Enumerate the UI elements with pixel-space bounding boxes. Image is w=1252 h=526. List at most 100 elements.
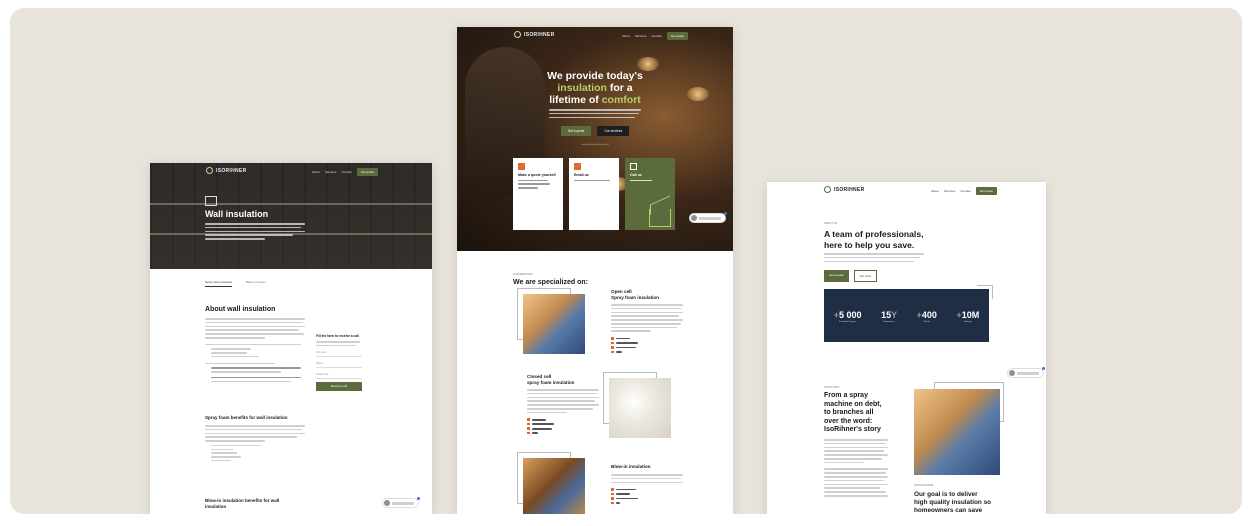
grid-icon <box>205 196 217 206</box>
stat-clients: +400 Clients <box>916 310 937 323</box>
story-kicker: OUR STORY <box>824 386 840 389</box>
nav-contact[interactable]: Contact <box>960 189 970 193</box>
agent-avatar <box>691 215 697 221</box>
brand-logo[interactable]: ISORIHNER <box>206 167 246 174</box>
service-description <box>527 389 599 436</box>
purpose-kicker: OUR PURPOSE <box>914 484 934 487</box>
call-card[interactable]: Call us <box>625 158 675 230</box>
top-nav: About Services Contact Get quote <box>622 32 688 40</box>
closed-cell-foam-photo <box>609 378 671 438</box>
stat-savings: +10M Savings <box>956 310 980 323</box>
calculator-icon <box>518 163 525 170</box>
our-services-button[interactable]: Our services <box>597 126 630 136</box>
nav-about[interactable]: About <box>931 189 939 193</box>
nav-services[interactable]: Services <box>325 170 337 174</box>
service-description <box>611 474 683 506</box>
hero-section: ISORIHNER About Services Contact Get quo… <box>150 163 432 269</box>
spray-worker-photo <box>523 294 585 354</box>
hero-note: ━━━━━━━━━━━━━━━━━━ <box>580 143 610 146</box>
card-title: Email us <box>574 173 589 177</box>
logo-icon <box>514 31 521 38</box>
section-title: We are specialized on: <box>513 279 588 286</box>
hero-buttons: Get a quote Our story <box>824 270 878 282</box>
nav-quote-button[interactable]: Get quote <box>975 187 997 195</box>
tab-spray-foam[interactable]: Spray foam (closed) <box>205 280 232 287</box>
card-title: Make a quote yourself <box>518 173 556 177</box>
form-title: Fill the form to receive a call <box>316 334 359 338</box>
top-nav: About Services Contact Get quote <box>312 168 378 176</box>
spray-worker-photo <box>914 389 1000 475</box>
logo-text: ISORIHNER <box>524 31 555 38</box>
showcase-canvas: ISORIHNER About Services Contact Get quo… <box>10 8 1242 514</box>
name-field[interactable]: Full name <box>316 349 362 357</box>
logo-text: ISORIHNER <box>216 167 247 174</box>
stat-projects: +5 000 Insulated Projects <box>833 310 862 323</box>
top-nav: About Services Contact Get quote <box>931 187 997 195</box>
stat-experience: 15Y Experience <box>881 310 898 323</box>
quote-card[interactable]: Make a quote yourself <box>513 158 563 230</box>
get-quote-button[interactable]: Get a quote <box>824 270 849 282</box>
stats-panel: +5 000 Insulated Projects 15Y Experience… <box>824 289 989 342</box>
our-story-button[interactable]: Our story <box>853 270 878 282</box>
nav-quote-button[interactable]: Get quote <box>666 32 688 40</box>
chat-widget[interactable] <box>1007 367 1045 378</box>
logo-text: ISORIHNER <box>834 186 865 193</box>
section-title: About wall insulation <box>205 306 276 313</box>
get-quote-button[interactable]: Get a quote <box>560 126 592 136</box>
nav-services[interactable]: Services <box>944 189 956 193</box>
spray-benefits-heading: Spray foam benefits for wall insulation <box>205 415 288 420</box>
nav-contact[interactable]: Contact <box>651 34 661 38</box>
scaffold-beam <box>150 203 432 205</box>
notification-dot <box>724 212 727 215</box>
chat-preview-text <box>1017 371 1039 375</box>
tab-bar: Spray foam (closed) Blow-in (loose) <box>205 280 266 287</box>
service-title-closed-cell: Closed cell spray foam insulation <box>527 374 575 385</box>
nav-contact[interactable]: Contact <box>341 170 351 174</box>
spray-benefits-text <box>205 425 305 464</box>
page-title: A team of professionals, here to help you… <box>824 229 924 250</box>
hero-headline: We provide today's insulation for a life… <box>547 70 643 106</box>
brand-logo[interactable]: ISORIHNER <box>824 186 864 193</box>
agent-avatar <box>1009 370 1015 376</box>
envelope-icon <box>574 163 581 170</box>
phone-icon <box>630 163 637 170</box>
story-text <box>824 439 888 499</box>
notification-dot <box>417 497 420 500</box>
chat-widget[interactable] <box>382 497 420 508</box>
hero-description <box>205 223 305 242</box>
blow-in-worker-photo <box>523 458 585 514</box>
chat-preview-text <box>392 501 414 505</box>
house-illustration <box>649 209 671 227</box>
receive-call-button[interactable]: Receive a call <box>316 381 362 391</box>
brand-logo[interactable]: ISORIHNER <box>514 31 554 38</box>
nav-quote-button[interactable]: Get quote <box>356 168 378 176</box>
nav-services[interactable]: Services <box>635 34 647 38</box>
page-title: Wall insulation <box>205 209 269 219</box>
tab-blow-in[interactable]: Blow-in (loose) <box>246 280 266 287</box>
agent-avatar <box>384 500 390 506</box>
service-title-open-cell: Open cell Spray foam insulation <box>611 289 659 300</box>
chat-widget[interactable] <box>689 212 727 223</box>
hero-section: ISORIHNER About Services Contact Get quo… <box>457 27 733 251</box>
postal-code-field[interactable]: Postal code <box>316 371 362 379</box>
nav-about[interactable]: About <box>622 34 630 38</box>
chat-preview-text <box>699 216 721 220</box>
service-description <box>611 304 683 355</box>
logo-icon <box>206 167 213 174</box>
wall-insulation-page-mockup: ISORIHNER About Services Contact Get quo… <box>150 163 432 514</box>
blowin-benefits-heading: Blow-in insulation benefits for wall ins… <box>205 498 280 509</box>
email-card[interactable]: Email us <box>569 158 619 230</box>
service-title-blow-in: Blow-in insulation <box>611 464 651 469</box>
nav-about[interactable]: About <box>312 170 320 174</box>
callback-form: Fill the form to receive a call Full nam… <box>316 334 362 391</box>
home-page-mockup: ISORIHNER About Services Contact Get quo… <box>457 27 733 514</box>
card-title: Call us <box>630 173 642 177</box>
intro-text <box>824 253 924 264</box>
phone-field[interactable]: Phone <box>316 360 362 368</box>
lamp-glow <box>637 57 659 71</box>
section-kicker: OUR SERVICES <box>513 273 533 276</box>
logo-icon <box>824 186 831 193</box>
notification-dot <box>1042 367 1045 370</box>
goal-title: Our goal is to deliver high quality insu… <box>914 491 992 514</box>
hero-buttons: Get a quote Our services <box>457 126 733 136</box>
